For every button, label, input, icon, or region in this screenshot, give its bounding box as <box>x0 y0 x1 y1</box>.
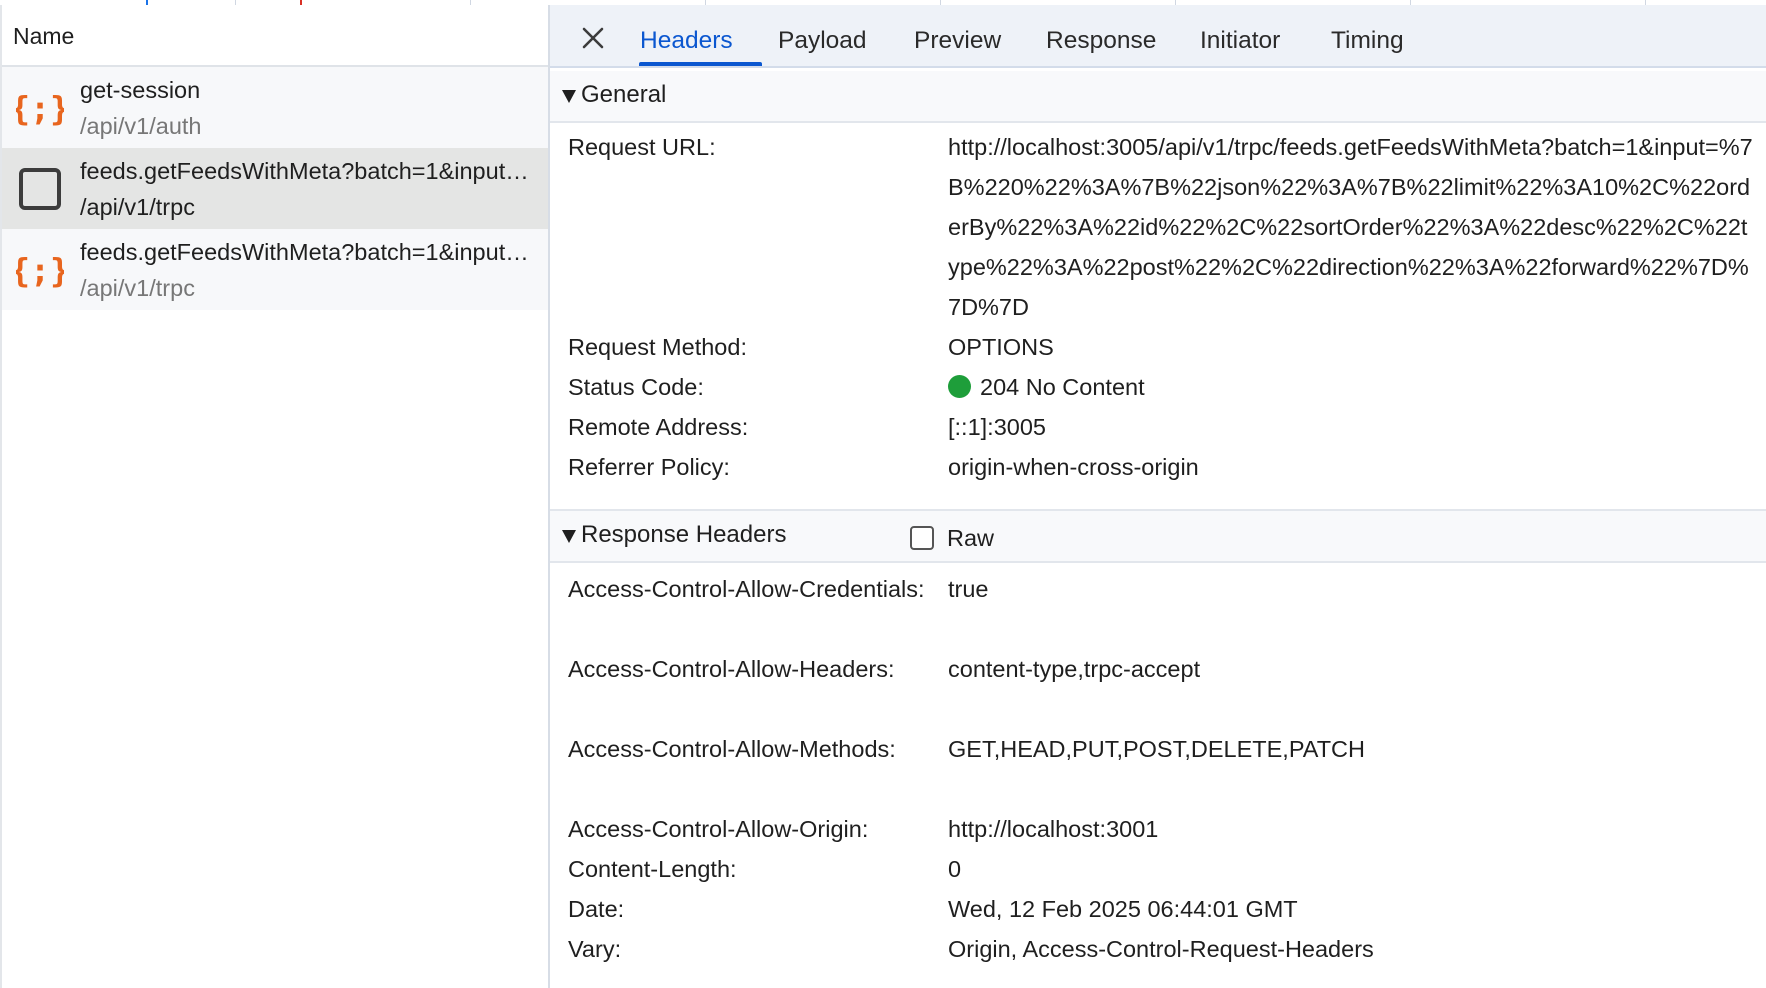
header-key: Request URL: <box>568 134 716 160</box>
header-key: Access-Control-Allow-Credentials: <box>568 576 925 602</box>
request-path: /api/v1/auth <box>80 113 202 139</box>
tab-initiator[interactable]: Initiator <box>1200 27 1280 55</box>
status-ok-dot-icon <box>948 375 971 398</box>
raw-checkbox[interactable] <box>910 526 934 550</box>
header-key: Access-Control-Allow-Methods: <box>568 736 896 762</box>
header-key: Vary: <box>568 936 622 962</box>
header-value[interactable]: Origin, Access-Control-Request-Headers <box>948 929 1758 969</box>
header-row-request-url: Request URL: http://localhost:3005/api/v… <box>568 127 1758 327</box>
header-key: Status Code: <box>568 374 704 400</box>
header-key: Referrer Policy: <box>568 454 730 480</box>
request-row-selected[interactable]: feeds.getFeedsWithMeta?batch=1&input=%7B… <box>2 148 548 229</box>
status-text: 204 No Content <box>980 374 1145 400</box>
header-row: Access-Control-Allow-Methods: GET,HEAD,P… <box>568 729 1758 809</box>
request-name: get-session <box>80 77 201 103</box>
details-tabbar: Headers Payload Preview Response Initiat… <box>550 5 1766 68</box>
header-row: Access-Control-Allow-Credentials: true <box>568 569 1758 649</box>
section-title: General <box>581 81 667 108</box>
header-key: Access-Control-Allow-Origin: <box>568 816 869 842</box>
tab-response[interactable]: Response <box>1046 27 1156 55</box>
svg-text:{;}: {;} <box>16 89 64 128</box>
tab-timing[interactable]: Timing <box>1331 27 1404 55</box>
header-value[interactable]: origin-when-cross-origin <box>948 447 1758 487</box>
json-braces-icon: {;} <box>16 89 64 128</box>
svg-text:{;}: {;} <box>16 251 64 290</box>
tab-headers[interactable]: Headers <box>640 27 733 55</box>
header-key: Request Method: <box>568 334 747 360</box>
raw-label[interactable]: Raw <box>947 525 994 552</box>
request-name: feeds.getFeedsWithMeta?batch=1&input=%7B… <box>80 158 540 184</box>
status-value[interactable]: 204 No Content <box>948 367 1758 407</box>
tab-payload[interactable]: Payload <box>778 27 867 55</box>
header-value[interactable]: [::1]:3005 <box>948 407 1758 447</box>
header-value[interactable]: 0 <box>948 849 1758 889</box>
request-path: /api/v1/trpc <box>80 194 195 220</box>
request-name: feeds.getFeedsWithMeta?batch=1&input=%7B… <box>80 239 540 265</box>
general-section-header[interactable]: General <box>550 71 1766 123</box>
json-braces-icon: {;} <box>16 251 64 290</box>
request-path: /api/v1/trpc <box>80 275 195 301</box>
response-headers-section-header[interactable]: Response Headers Raw <box>550 509 1766 563</box>
header-value[interactable]: GET,HEAD,PUT,POST,DELETE,PATCH <box>948 729 1758 769</box>
header-value[interactable]: http://localhost:3005/api/v1/trpc/feeds.… <box>948 127 1758 327</box>
header-value[interactable]: content-type,trpc-accept <box>948 649 1758 689</box>
header-row: Access-Control-Allow-Headers: content-ty… <box>568 649 1758 729</box>
request-row[interactable]: {;} get-session /api/v1/auth <box>2 67 548 148</box>
tab-preview[interactable]: Preview <box>914 27 1001 55</box>
header-value[interactable]: true <box>948 569 1758 609</box>
request-row[interactable]: {;} feeds.getFeedsWithMeta?batch=1&input… <box>2 229 548 310</box>
request-list: Name {;} get-session /api/v1/auth feeds.… <box>0 5 550 988</box>
expand-triangle-icon <box>562 530 576 543</box>
request-details-panel: Headers Payload Preview Response Initiat… <box>550 5 1766 988</box>
section-title: Response Headers <box>581 521 787 548</box>
header-key: Access-Control-Allow-Headers: <box>568 656 895 682</box>
header-key: Date: <box>568 896 625 922</box>
name-column-header[interactable]: Name <box>2 5 548 67</box>
close-icon[interactable] <box>578 23 608 53</box>
header-value[interactable]: http://localhost:3001 <box>948 809 1758 849</box>
header-key: Remote Address: <box>568 414 749 440</box>
header-key: Content-Length: <box>568 856 737 882</box>
expand-triangle-icon <box>562 90 576 103</box>
header-value[interactable]: Wed, 12 Feb 2025 06:44:01 GMT <box>948 889 1758 929</box>
header-value[interactable]: OPTIONS <box>948 327 1758 367</box>
preflight-square-icon <box>19 168 61 210</box>
active-tab-indicator <box>639 62 762 66</box>
